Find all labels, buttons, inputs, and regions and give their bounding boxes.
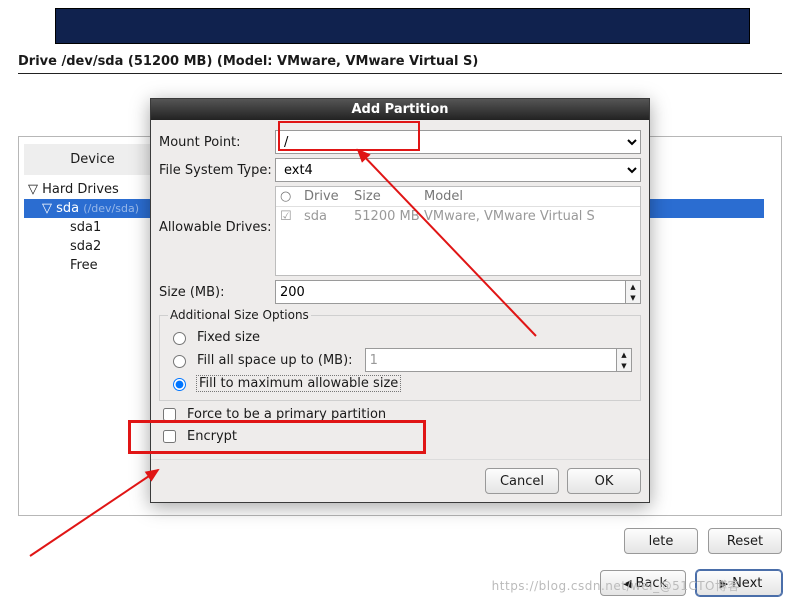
force-primary-checkbox[interactable] — [163, 408, 176, 421]
partition-bar-border — [18, 73, 782, 74]
chevron-down-icon: ▽ — [42, 201, 52, 216]
tree-label: Free — [70, 258, 98, 273]
force-primary-row[interactable]: Force to be a primary partition — [159, 405, 641, 424]
checkbox-label: Force to be a primary partition — [187, 407, 386, 422]
drive-row-name: sda — [304, 209, 354, 224]
watermark: https://blog.csdn.net/wei_@51CTO博客 — [492, 577, 740, 594]
fill-up-to-input — [365, 348, 616, 372]
tree-label: sda2 — [70, 239, 101, 254]
tree-label: sda — [56, 201, 79, 216]
allowable-drives-table[interactable]: ○ Drive Size Model ☑ sda 51200 MB VMware… — [275, 186, 641, 276]
spin-down-icon[interactable]: ▼ — [626, 292, 640, 303]
reset-button[interactable]: Reset — [708, 528, 782, 554]
drive-row[interactable]: ☑ sda 51200 MB VMware, VMware Virtual S — [276, 207, 640, 226]
drive-row-size: 51200 MB — [354, 209, 424, 224]
ok-button[interactable]: OK — [567, 468, 641, 494]
radio-label: Fixed size — [197, 330, 260, 345]
checkbox-label: Encrypt — [187, 429, 237, 444]
tree-path: (/dev/sda) — [83, 202, 139, 215]
device-column-header: Device — [24, 144, 162, 175]
opt-fill-up-to[interactable]: Fill all space up to (MB): ▲▼ — [168, 348, 632, 372]
partition-action-buttons: lete Reset — [624, 528, 782, 554]
col-check-icon: ○ — [280, 189, 304, 204]
tree-label: Hard Drives — [42, 182, 119, 197]
radio-label: Fill to maximum allowable size — [197, 376, 400, 391]
col-size: Size — [354, 189, 424, 204]
size-spinner[interactable]: ▲▼ — [625, 280, 641, 304]
col-model: Model — [424, 189, 636, 204]
dialog-title: Add Partition — [151, 99, 649, 120]
add-partition-dialog: Add Partition Mount Point: / File System… — [150, 98, 650, 503]
encrypt-checkbox[interactable] — [163, 430, 176, 443]
opt-fixed-size[interactable]: Fixed size — [168, 329, 632, 345]
chevron-down-icon: ▽ — [28, 182, 38, 197]
mount-point-label: Mount Point: — [159, 135, 275, 150]
radio-fillupto[interactable] — [173, 355, 186, 368]
size-input[interactable] — [275, 280, 625, 304]
tree-label: sda1 — [70, 220, 101, 235]
delete-button[interactable]: lete — [624, 528, 698, 554]
radio-label: Fill all space up to (MB): — [197, 353, 353, 368]
col-drive: Drive — [304, 189, 354, 204]
spin-up-icon[interactable]: ▲ — [626, 281, 640, 292]
drive-row-checkbox[interactable]: ☑ — [280, 209, 304, 224]
spin-down-icon: ▼ — [617, 360, 631, 371]
drive-header: Drive /dev/sda (51200 MB) (Model: VMware… — [18, 54, 782, 69]
additional-size-options: Additional Size Options Fixed size Fill … — [159, 308, 641, 401]
encrypt-row[interactable]: Encrypt — [159, 427, 641, 446]
radio-fillmax[interactable] — [173, 378, 186, 391]
size-label: Size (MB): — [159, 285, 275, 300]
fs-type-label: File System Type: — [159, 163, 275, 178]
cancel-button[interactable]: Cancel — [485, 468, 559, 494]
fill-up-to-spinner: ▲▼ — [616, 348, 632, 372]
opt-fill-max[interactable]: Fill to maximum allowable size — [168, 375, 632, 391]
allowable-drives-label: Allowable Drives: — [159, 220, 275, 235]
top-progress-bar — [55, 8, 750, 44]
spin-up-icon: ▲ — [617, 349, 631, 360]
mount-point-select[interactable]: / — [275, 130, 641, 154]
drive-row-model: VMware, VMware Virtual S — [424, 209, 636, 224]
radio-fixed[interactable] — [173, 332, 186, 345]
fs-type-select[interactable]: ext4 — [275, 158, 641, 182]
aso-legend: Additional Size Options — [168, 308, 311, 322]
